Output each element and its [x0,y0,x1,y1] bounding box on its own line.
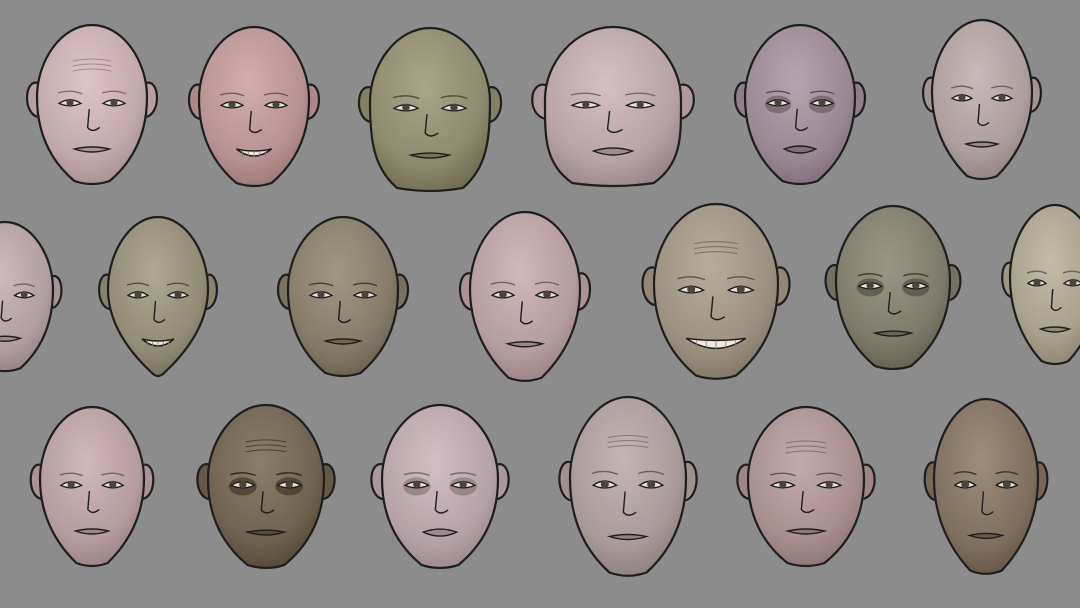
iris [912,281,920,290]
face-portrait [922,18,1042,181]
head-outline [568,395,688,577]
iris [774,98,782,106]
iris [20,291,28,298]
face-portrait [277,215,409,378]
iris [285,480,293,489]
head-outline [197,25,311,188]
head-outline [746,405,866,568]
iris [110,98,118,106]
iris [866,281,874,290]
iris [499,290,507,299]
face-portrait [196,403,336,570]
face-portrait [26,23,158,186]
head-outline [930,18,1034,181]
iris [272,100,280,108]
head-outline [468,210,582,382]
face-sheet-canvas [0,0,1080,608]
iris [825,480,833,488]
iris [958,93,966,101]
head-outline [206,403,326,570]
iris [543,290,551,299]
face-portrait [734,23,866,186]
face-portrait [923,397,1049,575]
iris [779,480,787,488]
iris [1069,278,1077,286]
head-outline [543,25,683,188]
head-outline [932,397,1040,575]
iris [961,480,970,489]
head-outline [368,26,492,193]
head-outline [380,403,500,570]
mouth-lips [72,528,112,535]
iris [998,93,1006,101]
face-portrait [531,25,695,188]
face-portrait [1001,203,1080,366]
iris [228,100,236,108]
iris [450,103,458,112]
face-portrait [736,405,876,568]
iris [67,480,75,488]
face-portrait [459,210,591,382]
head-outline [286,215,400,378]
head-outline [743,23,857,186]
iris [818,98,826,106]
mouth-lips [1038,326,1072,333]
iris [687,285,696,294]
head-outline [106,215,210,378]
face-illustration-grid [0,18,1080,577]
face-portrait [558,395,698,577]
iris [402,103,410,112]
iris [647,480,656,489]
face-portrait [29,405,155,568]
iris [736,285,745,294]
face-portrait [357,26,503,193]
face-portrait [370,403,510,570]
iris [134,290,142,298]
iris [1033,278,1041,286]
head-outline [834,204,952,371]
mouth-lips [963,141,1001,148]
iris [636,100,644,108]
iris [174,290,182,298]
iris [66,98,74,106]
face-portrait [824,204,962,371]
mouth-lips [966,532,1006,540]
head-outline [38,405,146,568]
iris [239,480,247,489]
iris [109,480,117,488]
iris [600,480,609,489]
iris [1002,480,1011,489]
face-portrait [641,202,791,380]
face-portrait [188,25,320,188]
face-portrait [98,215,218,378]
face-portrait [0,220,63,373]
iris [413,480,421,489]
iris [459,480,467,489]
head-outline [652,202,780,380]
head-outline [35,23,149,186]
iris [361,290,369,298]
iris [317,290,325,298]
iris [582,100,590,108]
